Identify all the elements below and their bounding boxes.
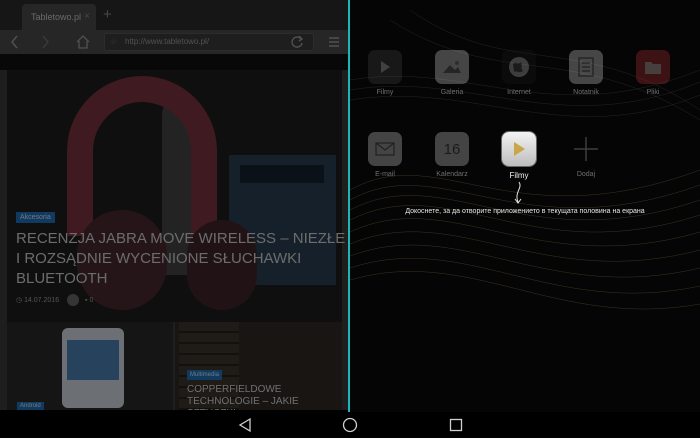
new-tab-icon[interactable]: + [103, 6, 112, 23]
play-icon [502, 132, 536, 166]
clock-icon: ◷ [16, 296, 23, 304]
app-filmy-selected[interactable]: Filmy [499, 132, 539, 180]
mail-icon [368, 132, 402, 166]
app-label: Internet [507, 89, 531, 96]
split-screen-hint: Докоснете, за да отворите приложението в… [405, 208, 645, 215]
app-filmy[interactable]: Filmy [365, 50, 405, 96]
app-dodaj[interactable]: Dodaj [566, 132, 606, 178]
reload-icon[interactable] [290, 35, 304, 49]
browser-toolbar: ☆ http://www.tabletowo.pl/ [0, 30, 348, 54]
product-box-stripe [240, 165, 324, 183]
calendar-icon: 16 [435, 132, 469, 166]
app-notatnik[interactable]: Notatnik [566, 50, 606, 96]
article-meta: ◷ 14.07.2016 ▪ 0 [16, 294, 93, 306]
comment-icon: ▪ [85, 296, 88, 304]
forward-icon[interactable] [40, 35, 50, 49]
browser-pane[interactable]: Tabletowo.pl × + ☆ http://www.tabletowo.… [0, 0, 348, 410]
app-picker-pane: Filmy Galeria Internet Notatnik Pliki E-… [350, 0, 700, 412]
app-galeria[interactable]: Galeria [432, 50, 472, 96]
app-kalendarz[interactable]: 16 Kalendarz [432, 132, 472, 178]
article-card[interactable]: Android [7, 322, 173, 410]
app-label: Notatnik [573, 89, 599, 96]
url-text: http://www.tabletowo.pl/ [125, 37, 210, 46]
category-badge[interactable]: Android [17, 402, 44, 410]
calendar-day: 16 [443, 140, 461, 158]
app-label: Kalendarz [436, 171, 468, 178]
app-label: Filmy [509, 171, 529, 180]
app-internet[interactable]: Internet [499, 50, 539, 96]
app-label: Pliki [646, 89, 660, 96]
files-icon [636, 50, 670, 84]
back-icon[interactable] [10, 35, 20, 49]
url-field[interactable]: ☆ http://www.tabletowo.pl/ [104, 33, 314, 51]
article-title[interactable]: COPPERFIELDOWE TECHNOLOGIE – JAKIE SZTUC… [187, 384, 342, 410]
notepad-icon [569, 50, 603, 84]
tab-title: Tabletowo.pl [31, 12, 82, 22]
home-icon[interactable] [342, 417, 358, 433]
app-email[interactable]: E-mail [365, 132, 405, 178]
screen: Tabletowo.pl × + ☆ http://www.tabletowo.… [0, 0, 700, 438]
back-icon[interactable] [238, 417, 252, 433]
star-icon[interactable]: ☆ [110, 34, 117, 50]
app-label: E-mail [375, 171, 395, 178]
gallery-icon [435, 50, 469, 84]
category-badge[interactable]: Multimedia [187, 370, 223, 380]
tab-bar: Tabletowo.pl × + [0, 0, 348, 30]
phone-image [62, 328, 124, 408]
system-nav-bar [0, 412, 700, 438]
play-icon [368, 50, 402, 84]
headphones-image [67, 76, 217, 236]
site-header-bar [0, 54, 348, 70]
add-icon [569, 132, 603, 166]
menu-icon[interactable] [328, 36, 340, 48]
hint-arrow-icon [514, 181, 522, 204]
author-avatar[interactable] [67, 294, 80, 306]
app-label: Dodaj [576, 171, 596, 178]
article-headline[interactable]: RECENZJA JABRA MOVE WIRELESS – NIEZŁE I … [16, 229, 346, 289]
browser-tab[interactable]: Tabletowo.pl × [22, 4, 96, 30]
recents-icon[interactable] [449, 417, 463, 433]
category-badge[interactable]: Akcesoria [16, 212, 55, 223]
close-tab-icon[interactable]: × [84, 4, 90, 30]
article-card[interactable]: Multimedia COPPERFIELDOWE TECHNOLOGIE – … [175, 322, 342, 410]
article-date: 14.07.2016 [24, 296, 60, 304]
app-label: Galeria [440, 89, 464, 96]
comment-count: 0 [89, 296, 94, 304]
home-icon[interactable] [76, 35, 90, 49]
globe-icon [502, 50, 536, 84]
app-pliki[interactable]: Pliki [633, 50, 673, 96]
app-label: Filmy [376, 89, 394, 96]
